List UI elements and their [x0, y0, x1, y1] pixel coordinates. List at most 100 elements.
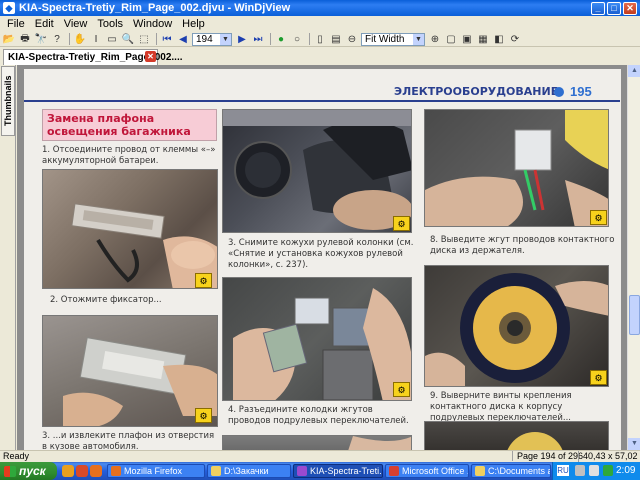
single-page-icon[interactable]: ▯	[313, 33, 327, 46]
tab-strip: KIA-Spectra-Tretiy_Rim_Page_002.... ✕	[0, 48, 640, 65]
photo-step-5-illustration	[348, 436, 411, 450]
menu-file[interactable]: File	[2, 18, 30, 30]
maximize-button[interactable]: □	[607, 1, 621, 15]
firefox-quicklaunch-icon[interactable]	[90, 465, 102, 477]
scrollbar-thumb[interactable]	[629, 295, 640, 335]
caption-step-8: 8. Выведите жгут проводов контактного ди…	[430, 235, 615, 256]
page-header-title: ЭЛЕКТРООБОРУДОВАНИЕ	[394, 85, 559, 98]
menu-tools[interactable]: Tools	[92, 18, 128, 30]
office-icon	[389, 466, 399, 476]
forward-icon[interactable]: ○	[290, 33, 304, 46]
zoom-out-icon[interactable]: ⊖	[345, 33, 359, 46]
task-firefox[interactable]: Mozilla Firefox	[107, 464, 205, 478]
minimize-button[interactable]: _	[591, 1, 605, 15]
title-bar: ◆ KIA-Spectra-Tretiy_Rim_Page_002.djvu -…	[0, 0, 640, 16]
quicklaunch-icon-1[interactable]	[62, 465, 74, 477]
toolbar-separator	[270, 33, 271, 45]
hand-tool-icon[interactable]: ✋	[73, 33, 87, 46]
system-tray: RU 2:09	[552, 462, 640, 480]
last-page-icon[interactable]: ⏭	[251, 33, 265, 46]
chevron-down-icon[interactable]: ▼	[220, 33, 231, 45]
zoom-tool-icon[interactable]: 🔍	[121, 33, 135, 46]
find-icon[interactable]: 🔭	[34, 33, 48, 46]
caption-step-4: 3. Снимите кожухи рулевой колонки (см. «…	[228, 238, 414, 270]
task-folder[interactable]: D:\Закачки	[207, 464, 291, 478]
menu-edit[interactable]: Edit	[30, 18, 59, 30]
photo-step-3: ⚙	[222, 109, 412, 233]
thumbnails-tab[interactable]: Thumbnails	[1, 66, 15, 136]
close-tab-icon[interactable]: ✕	[145, 51, 156, 62]
window-title: KIA-Spectra-Tretiy_Rim_Page_002.djvu - W…	[19, 2, 291, 14]
view-mode-3-icon[interactable]: ▦	[476, 33, 490, 46]
network-icon[interactable]	[603, 465, 613, 476]
document-tab-label: KIA-Spectra-Tretiy_Rim_Page_002....	[8, 52, 183, 63]
task-firefox-label: Mozilla Firefox	[124, 466, 183, 476]
print-icon[interactable]: 🖶	[18, 33, 32, 46]
continuous-icon[interactable]: ▤	[329, 33, 343, 46]
task-office[interactable]: Microsoft Office ...	[385, 464, 469, 478]
section-title-box: Замена плафона освещения багажника	[42, 109, 217, 141]
start-label: пуск	[19, 464, 46, 478]
photo-step-1-illustration	[71, 203, 217, 288]
rotate-icon[interactable]: ⟳	[508, 33, 522, 46]
zoom-combo[interactable]: Fit Width ▼	[361, 32, 425, 46]
prev-page-icon[interactable]: ◀	[176, 33, 190, 46]
photo-step-4: ⚙	[222, 277, 412, 401]
chevron-down-icon[interactable]: ▼	[413, 33, 424, 45]
task-windjview[interactable]: KIA-Spectra-Treti...	[293, 464, 383, 478]
menu-bar: File Edit View Tools Window Help	[0, 16, 640, 32]
photo-step-10-illustration	[507, 432, 563, 450]
photo-step-2-illustration	[63, 337, 217, 426]
view-mode-1-icon[interactable]: ▢	[444, 33, 458, 46]
zoom-value: Fit Width	[365, 33, 405, 45]
first-page-icon[interactable]: ⏮	[160, 33, 174, 46]
zoom-rect-icon[interactable]: ⬚	[137, 33, 151, 46]
rect-select-icon[interactable]: ▭	[105, 33, 119, 46]
toolbar-separator	[156, 33, 157, 45]
scroll-up-icon[interactable]: ▲	[628, 65, 640, 77]
header-dot-icon	[554, 87, 564, 97]
task-documents[interactable]: C:\Documents an...	[471, 464, 551, 478]
close-button[interactable]: ✕	[623, 1, 637, 15]
view-mode-4-icon[interactable]: ◧	[492, 33, 506, 46]
photo-step-5	[222, 435, 412, 450]
photo-step-1: ⚙	[42, 169, 218, 289]
tool-badge-icon: ⚙	[393, 382, 410, 397]
menu-window[interactable]: Window	[128, 18, 177, 30]
zoom-in-icon[interactable]: ⊕	[428, 33, 442, 46]
open-icon[interactable]: 📂	[2, 33, 16, 46]
tool-badge-icon: ⚙	[590, 210, 607, 225]
tool-badge-icon: ⚙	[195, 273, 212, 288]
view-mode-2-icon[interactable]: ▣	[460, 33, 474, 46]
quicklaunch-icon-2[interactable]	[76, 465, 88, 477]
caption-step-5: 4. Разъедините колодки жгутов проводов п…	[228, 405, 409, 426]
select-tool-icon[interactable]: I	[89, 33, 103, 46]
status-page-info: Page 194 of 296	[512, 451, 583, 461]
volume-icon[interactable]	[589, 465, 599, 476]
page-number-value: 194	[196, 33, 213, 45]
firefox-icon	[111, 466, 121, 476]
menu-help[interactable]: Help	[177, 18, 210, 30]
menu-view[interactable]: View	[59, 18, 93, 30]
document-tab[interactable]: KIA-Spectra-Tretiy_Rim_Page_002....	[3, 49, 183, 65]
caption-step-2: 2. Отожмите фиксатор...	[50, 295, 162, 305]
page-number-combo[interactable]: 194 ▼	[192, 32, 232, 46]
taskbar: пуск Mozilla Firefox D:\Закачки KIA-Spec…	[0, 462, 640, 480]
vertical-scrollbar[interactable]: ▲ ▼	[627, 65, 640, 450]
document-view[interactable]: ЭЛЕКТРООБОРУДОВАНИЕ 195 Замена плафона о…	[17, 65, 627, 450]
photo-step-3-illustration	[223, 110, 411, 230]
toolbar-separator	[69, 33, 70, 45]
next-page-icon[interactable]: ▶	[235, 33, 249, 46]
language-indicator[interactable]: RU	[557, 465, 569, 476]
help-icon[interactable]: ?	[50, 33, 64, 46]
section-title-line2: освещения багажника	[47, 125, 191, 138]
tray-icon-1[interactable]	[575, 465, 585, 476]
toolbar: 📂 🖶 🔭 ? ✋ I ▭ 🔍 ⬚ ⏮ ◀ 194 ▼ ▶ ⏭ ● ○ ▯ ▤ …	[0, 32, 640, 47]
start-button[interactable]: пуск	[0, 462, 57, 480]
status-text: Ready	[3, 451, 30, 461]
task-windjview-label: KIA-Spectra-Treti...	[310, 466, 383, 476]
back-icon[interactable]: ●	[274, 33, 288, 46]
scroll-down-icon[interactable]: ▼	[628, 438, 640, 450]
section-title: Замена плафона освещения багажника	[47, 112, 191, 138]
photo-step-2: ⚙	[42, 315, 218, 427]
